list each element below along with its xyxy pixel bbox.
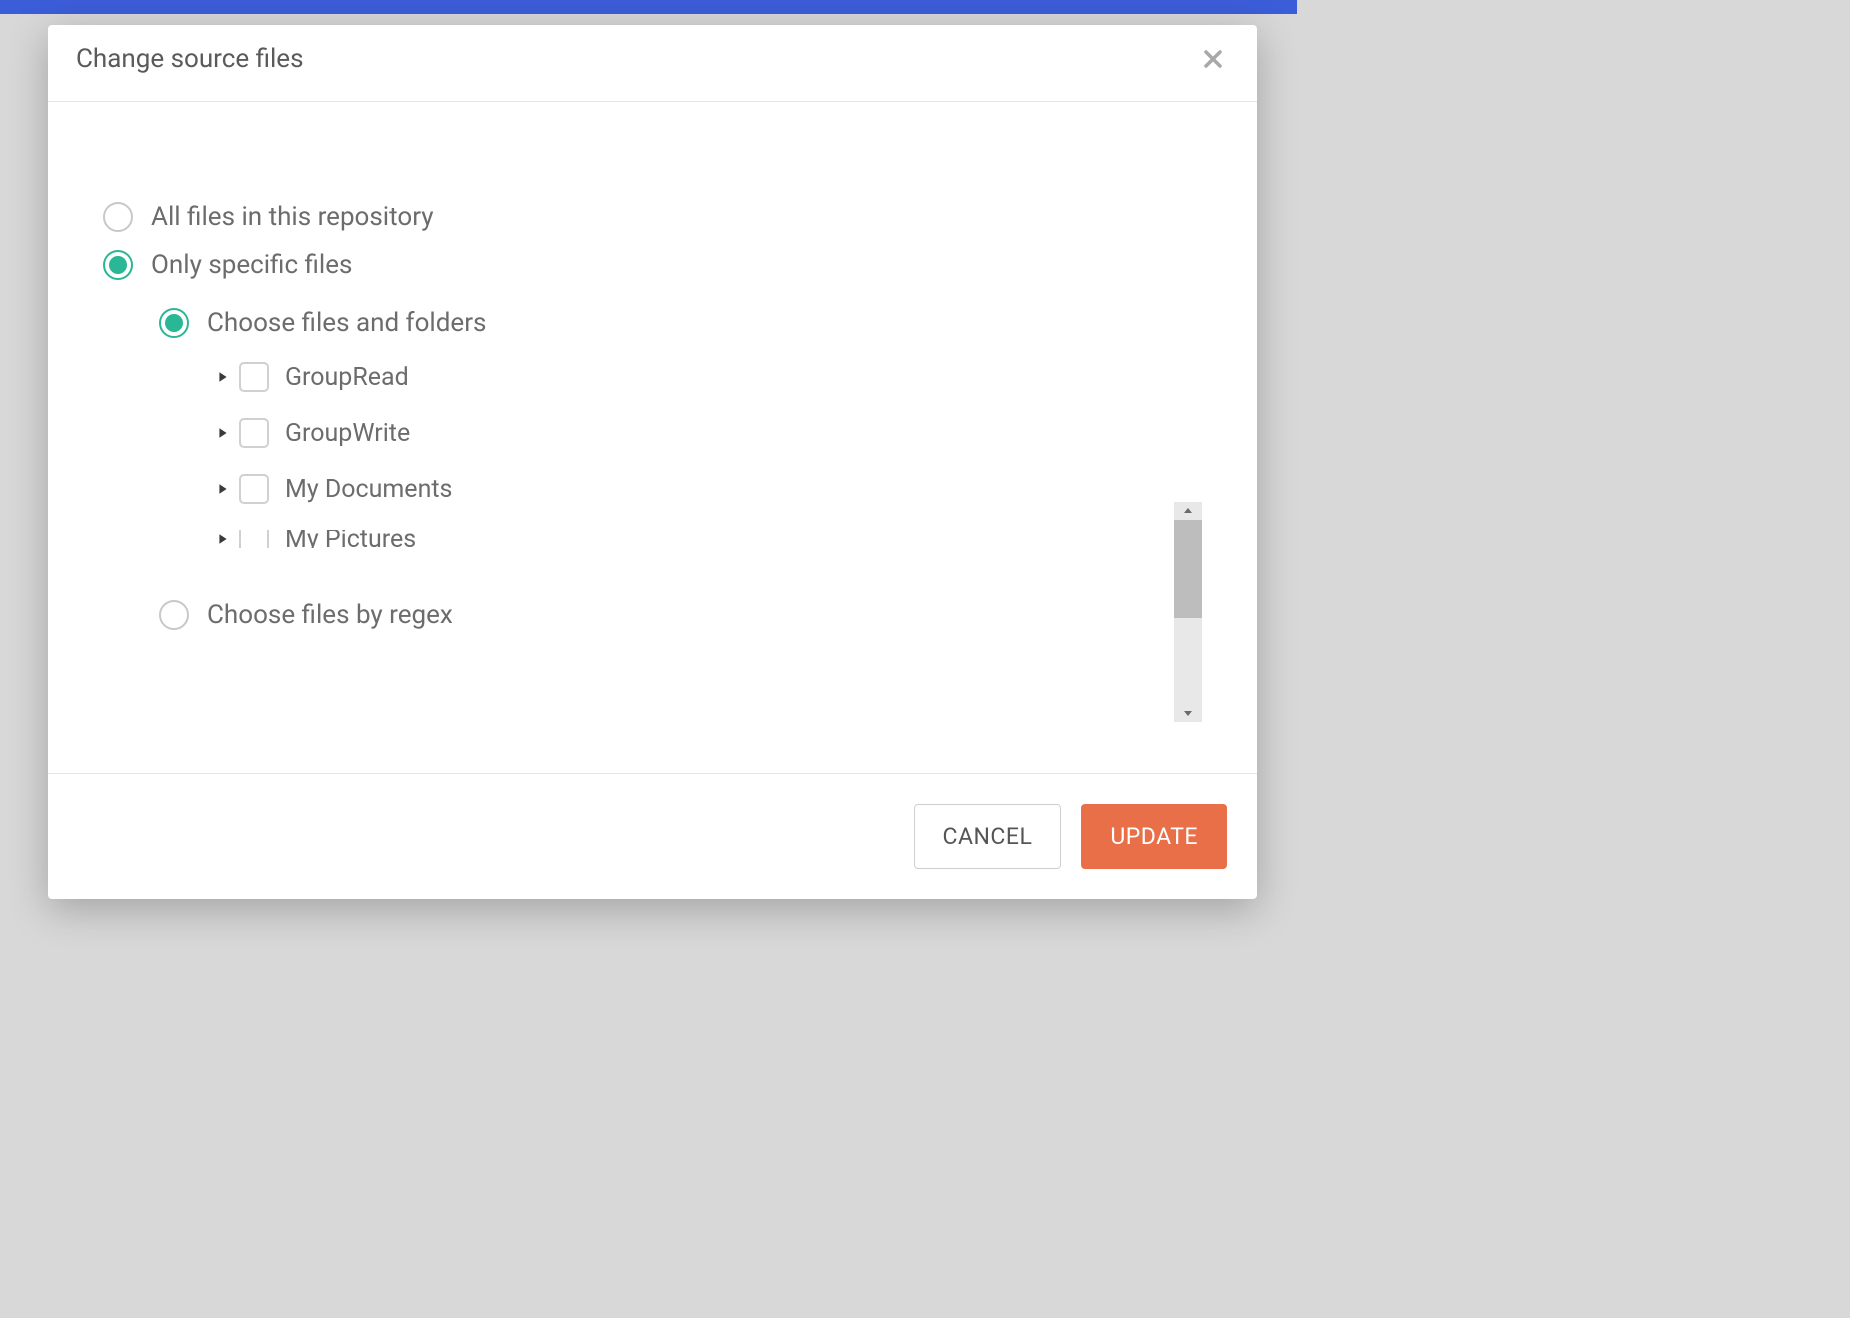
checkbox-groupwrite[interactable]: [239, 418, 269, 448]
radio-all-files[interactable]: All files in this repository: [103, 202, 1202, 232]
expand-toggle[interactable]: [215, 369, 231, 385]
tree-label: GroupRead: [285, 363, 409, 392]
file-tree: GroupRead GroupWrite My Documents: [215, 362, 1202, 582]
radio-label-all-files: All files in this repository: [151, 202, 434, 232]
radio-label-choose-regex: Choose files by regex: [207, 600, 453, 630]
radio-label-specific-files: Only specific files: [151, 250, 352, 280]
chevron-right-icon: [217, 533, 229, 545]
app-topbar: [0, 0, 1297, 14]
modal-footer: CANCEL UPDATE: [48, 773, 1257, 899]
expand-toggle[interactable]: [215, 531, 231, 547]
scroll-up-button[interactable]: [1174, 502, 1202, 520]
expand-toggle[interactable]: [215, 425, 231, 441]
radio-choose-regex[interactable]: Choose files by regex: [159, 600, 1202, 630]
tree-row-groupread: GroupRead: [215, 362, 1202, 392]
radio-choose-files-folders[interactable]: Choose files and folders: [159, 308, 1202, 338]
tree-row-groupwrite: GroupWrite: [215, 418, 1202, 448]
modal-body: All files in this repository Only specif…: [48, 102, 1257, 773]
close-button[interactable]: [1197, 43, 1229, 75]
chevron-up-icon: [1183, 506, 1193, 516]
chevron-right-icon: [217, 427, 229, 439]
change-source-files-modal: Change source files All files in this re…: [48, 25, 1257, 899]
modal-header: Change source files: [48, 25, 1257, 102]
cancel-button[interactable]: CANCEL: [914, 804, 1062, 869]
scroll-thumb[interactable]: [1174, 520, 1202, 618]
modal-title: Change source files: [76, 44, 304, 74]
tree-label: My Documents: [285, 475, 452, 504]
tree-label: My Pictures: [285, 530, 416, 548]
tree-scrollbar[interactable]: [1174, 502, 1202, 722]
scroll-track[interactable]: [1174, 520, 1202, 704]
checkbox-mydocuments[interactable]: [239, 474, 269, 504]
radio-indicator: [159, 308, 189, 338]
chevron-right-icon: [217, 371, 229, 383]
specific-files-subsection: Choose files and folders GroupRead Group…: [159, 308, 1202, 630]
chevron-down-icon: [1183, 708, 1193, 718]
radio-indicator: [103, 202, 133, 232]
close-icon: [1201, 47, 1225, 71]
scroll-down-button[interactable]: [1174, 704, 1202, 722]
radio-indicator: [159, 600, 189, 630]
update-button[interactable]: UPDATE: [1081, 804, 1227, 869]
chevron-right-icon: [217, 483, 229, 495]
tree-row-mydocuments: My Documents: [215, 474, 1202, 504]
tree-label: GroupWrite: [285, 419, 410, 448]
expand-toggle[interactable]: [215, 481, 231, 497]
radio-indicator: [103, 250, 133, 280]
checkbox-groupread[interactable]: [239, 362, 269, 392]
checkbox-mypictures[interactable]: [239, 530, 269, 548]
radio-specific-files[interactable]: Only specific files: [103, 250, 1202, 280]
radio-label-choose-files: Choose files and folders: [207, 308, 486, 338]
tree-row-mypictures: My Pictures: [215, 530, 1202, 548]
